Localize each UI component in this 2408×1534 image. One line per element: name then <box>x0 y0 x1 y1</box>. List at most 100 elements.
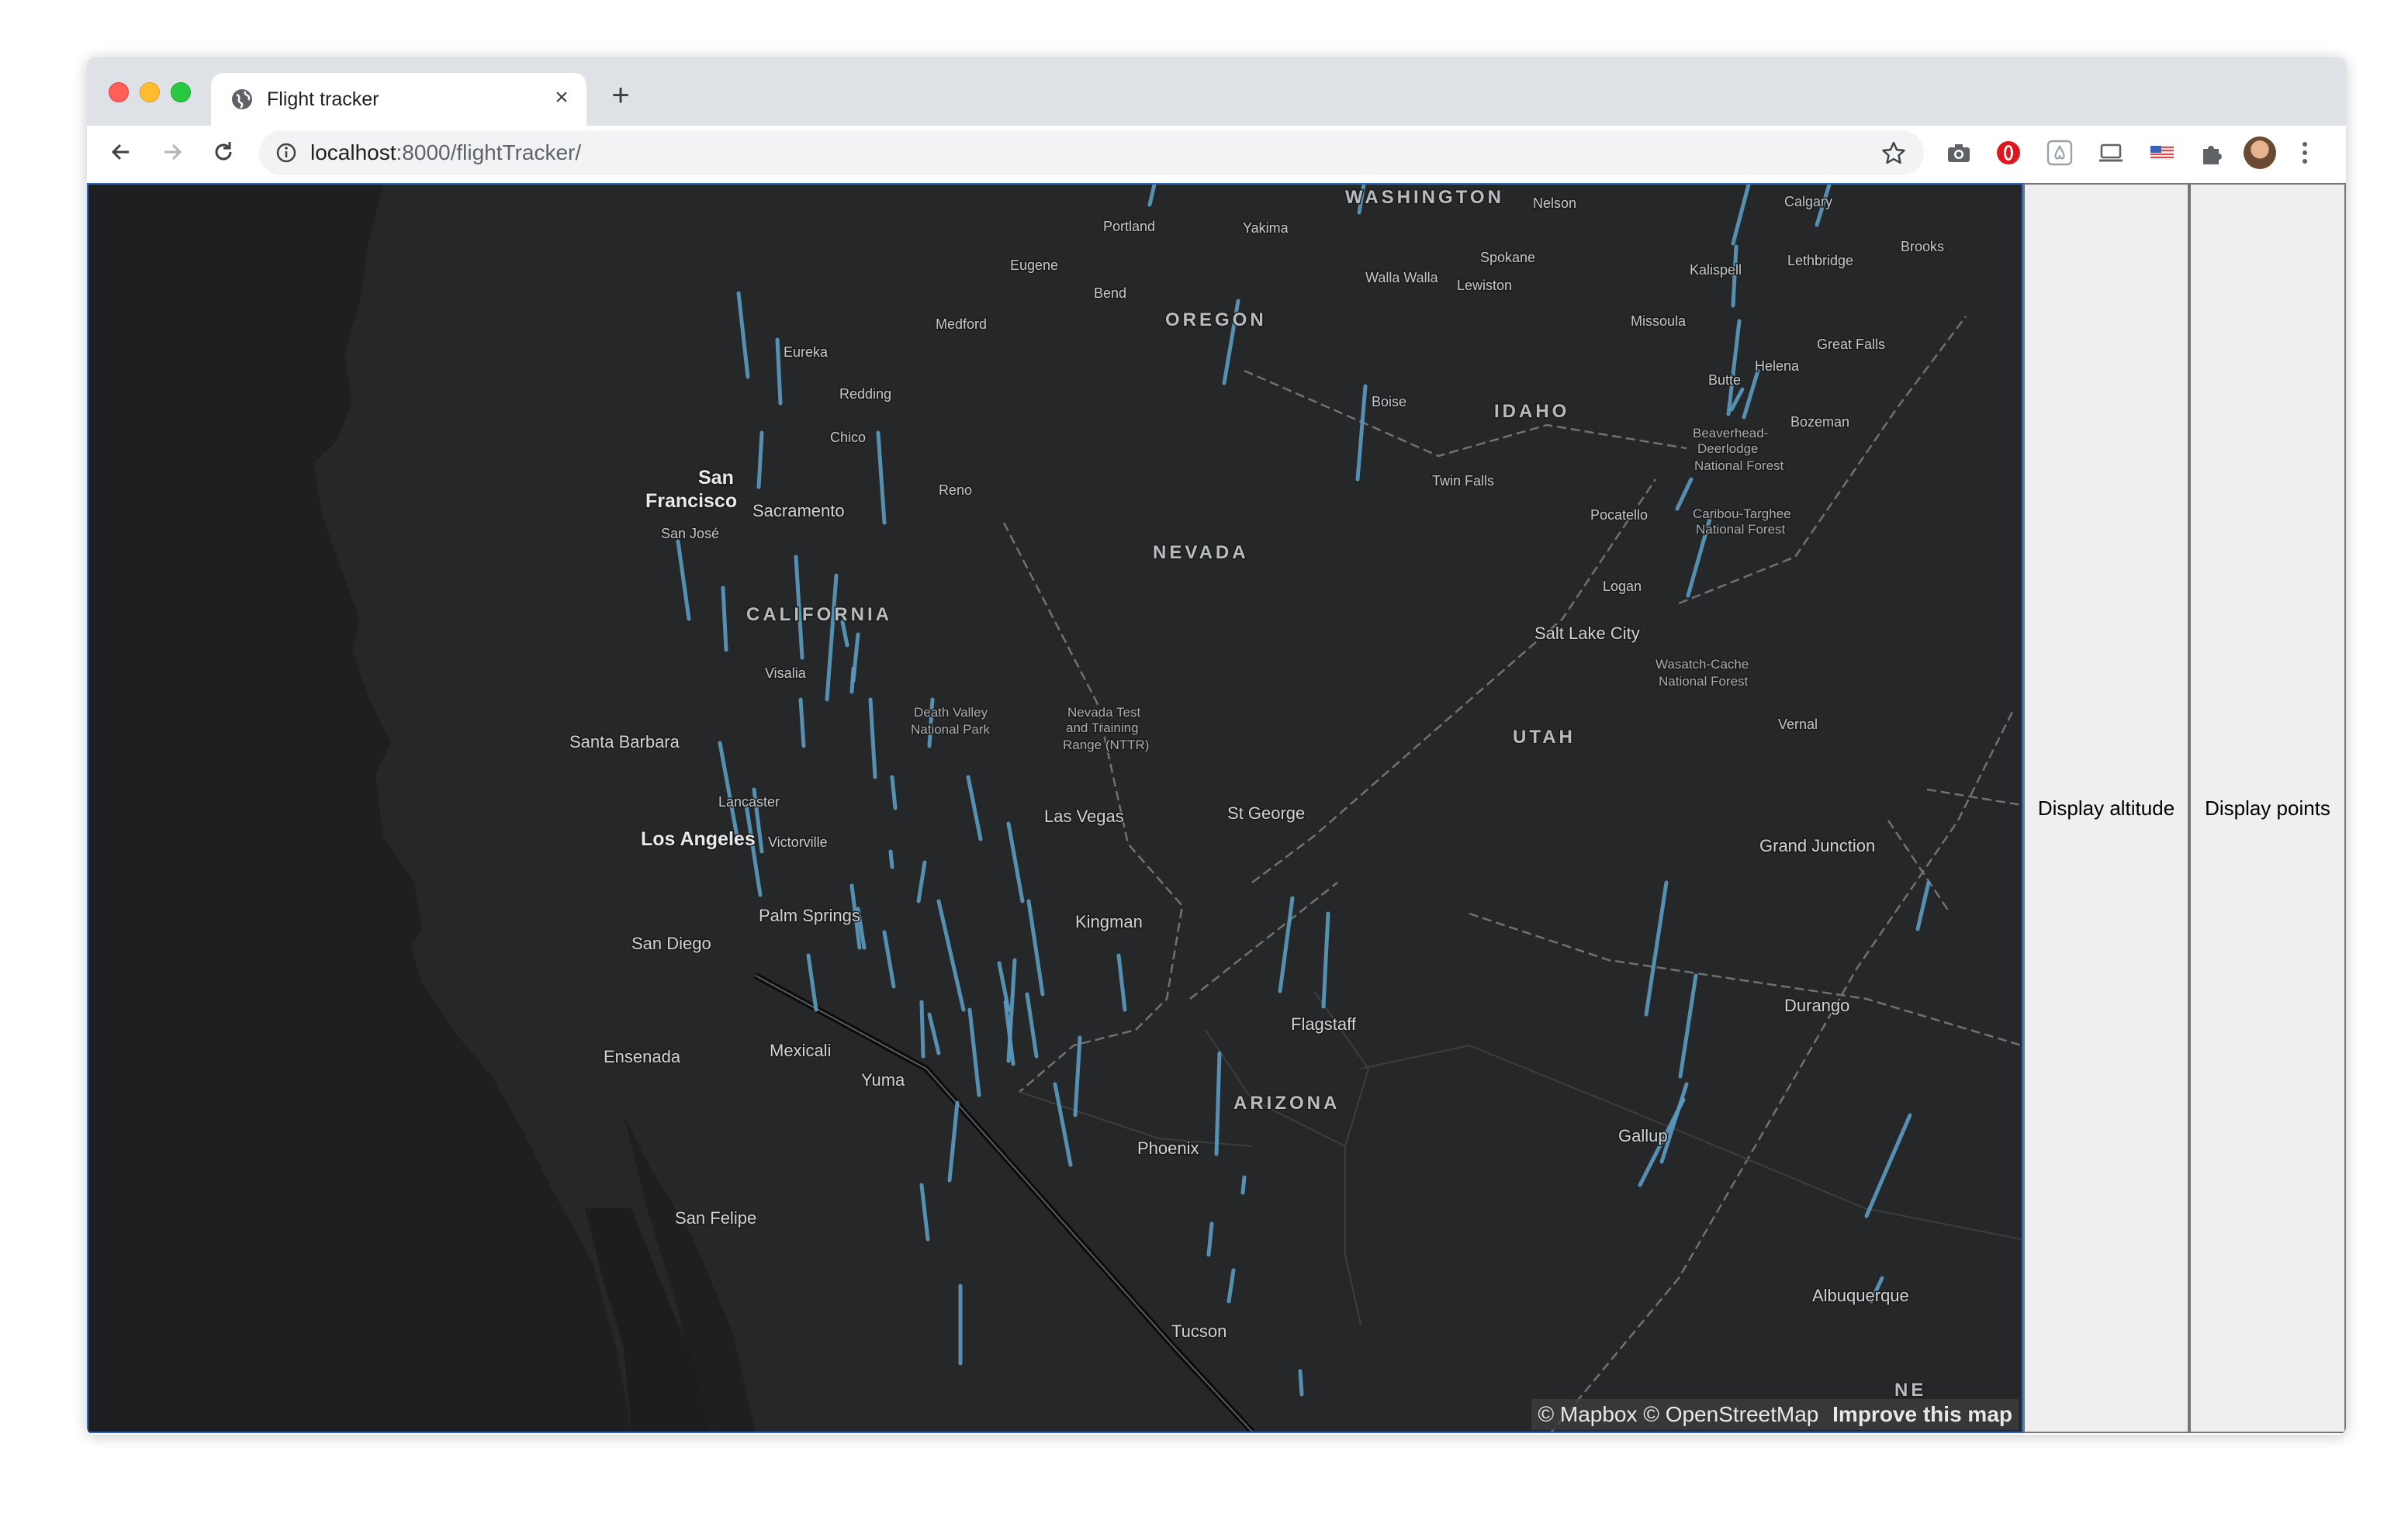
map-label-durango: Durango <box>1784 996 1849 1015</box>
map-label-and-training: and Training <box>1066 720 1139 735</box>
map-label-oregon: OREGON <box>1165 309 1267 330</box>
display-points-button[interactable]: Display points <box>2189 183 2346 1433</box>
map-label-twin-falls: Twin Falls <box>1432 473 1494 489</box>
puzzle-extensions-icon[interactable] <box>2197 138 2226 168</box>
map-label-grand-junction: Grand Junction <box>1759 836 1875 855</box>
map-label-deerlodge: Deerlodge <box>1697 441 1758 456</box>
map-label-tucson: Tucson <box>1171 1322 1226 1341</box>
map-label-eugene: Eugene <box>1010 257 1058 273</box>
osm-attribution-link[interactable]: © OpenStreetMap <box>1643 1402 1818 1426</box>
airbnb-extension-icon[interactable] <box>2045 138 2074 168</box>
map-label-gallup: Gallup <box>1618 1126 1668 1145</box>
forward-button[interactable] <box>155 135 189 169</box>
map-label-spokane: Spokane <box>1480 250 1535 265</box>
tab-flight-tracker[interactable]: Flight tracker × <box>211 73 586 126</box>
globe-icon <box>232 89 252 109</box>
map-label-vernal: Vernal <box>1778 717 1818 732</box>
cast-icon[interactable] <box>2096 138 2126 168</box>
reload-icon <box>215 142 232 161</box>
map-label-san-jos: San José <box>661 526 719 541</box>
map-label-nevada-test: Nevada Test <box>1067 705 1140 720</box>
map-label-albuquerque: Albuquerque <box>1812 1286 1909 1305</box>
map-label-los-angeles: Los Angeles <box>641 828 756 850</box>
map-label-salt-lake-city: Salt Lake City <box>1534 624 1640 643</box>
improve-map-link[interactable]: Improve this map <box>1832 1402 2012 1426</box>
url-text[interactable]: localhost:8000/flightTracker/ <box>310 140 581 165</box>
address-bar[interactable]: localhost:8000/flightTracker/ <box>259 130 1924 175</box>
browser-toolbar: localhost:8000/flightTracker/ <box>87 126 2346 183</box>
map-label-las-vegas: Las Vegas <box>1044 807 1124 826</box>
url-path: :8000/flightTracker/ <box>396 140 582 164</box>
map-label-mexicali: Mexicali <box>770 1041 831 1060</box>
map-label-national-forest: National Forest <box>1696 522 1786 537</box>
map-label-lancaster: Lancaster <box>718 794 780 810</box>
map-label-yuma: Yuma <box>861 1070 905 1090</box>
map-label-idaho: IDAHO <box>1494 401 1569 422</box>
map-label-chico: Chico <box>830 430 866 445</box>
flight-column <box>1298 1369 1304 1397</box>
reload-button[interactable] <box>206 135 240 169</box>
map-label-flagstaff: Flagstaff <box>1291 1014 1357 1034</box>
flight-column <box>849 666 856 694</box>
camera-icon[interactable] <box>1944 138 1974 168</box>
maximize-window-icon[interactable] <box>171 82 191 102</box>
map-label-francisco: Francisco <box>645 490 737 512</box>
map-label-medford: Medford <box>936 316 987 332</box>
profile-avatar[interactable] <box>2244 136 2276 169</box>
map-label-st-george: St George <box>1227 803 1305 823</box>
mapbox-attribution-link[interactable]: © Mapbox <box>1538 1402 1637 1426</box>
flag-extension-icon[interactable] <box>2147 138 2177 168</box>
map-label-san: San <box>698 467 734 489</box>
map-label-calgary: Calgary <box>1784 194 1832 209</box>
page-content: WASHINGTON Nelson Calgary Portland Yakima Bro… <box>87 183 2346 1435</box>
map-label-kingman: Kingman <box>1075 912 1143 931</box>
flight-column <box>888 849 894 869</box>
map-label-pocatello: Pocatello <box>1590 507 1648 523</box>
back-button[interactable] <box>104 135 138 169</box>
close-window-icon[interactable] <box>109 82 129 102</box>
map-label-ensenada: Ensenada <box>604 1047 681 1066</box>
map-label-range-nttr: Range (NTTR) <box>1063 738 1149 752</box>
close-tab-icon[interactable]: × <box>548 84 576 112</box>
map-label-san-diego: San Diego <box>631 934 711 953</box>
flight-column <box>919 1000 925 1059</box>
map-label-visalia: Visalia <box>765 665 807 681</box>
map-label-california: CALIFORNIA <box>746 604 892 625</box>
info-icon[interactable] <box>275 141 298 164</box>
map-label-eureka: Eureka <box>784 344 829 360</box>
more-menu-icon[interactable] <box>2290 138 2320 168</box>
tab-strip: Flight tracker × + <box>87 57 2346 126</box>
map-label-santa-barbara: Santa Barbara <box>569 732 680 751</box>
map-label-bozeman: Bozeman <box>1790 414 1849 430</box>
map-label-arizona: ARIZONA <box>1233 1093 1340 1114</box>
minimize-window-icon[interactable] <box>140 82 160 102</box>
map-label-nelson: Nelson <box>1533 195 1576 211</box>
opera-extension-icon[interactable] <box>1994 138 2023 168</box>
map-label-washington: WASHINGTON <box>1345 187 1504 208</box>
map-label-butte: Butte <box>1708 372 1741 388</box>
map-svg: WASHINGTON Nelson Calgary Portland Yakima Bro… <box>313 185 2022 1432</box>
map-label-walla-walla: Walla Walla <box>1365 270 1439 285</box>
map-canvas[interactable]: WASHINGTON Nelson Calgary Portland Yakima Bro… <box>87 183 2023 1433</box>
map-label-great-falls: Great Falls <box>1817 337 1885 352</box>
map-label-redding: Redding <box>839 386 891 402</box>
map-label-missoula: Missoula <box>1631 313 1687 329</box>
map-label-victorville: Victorville <box>768 834 828 850</box>
bookmark-star-icon[interactable] <box>1880 140 1907 166</box>
display-altitude-button[interactable]: Display altitude <box>2023 183 2189 1433</box>
map-label-national-forest: National Forest <box>1694 458 1784 473</box>
map-label-san-felipe: San Felipe <box>675 1208 756 1228</box>
map-label-reno: Reno <box>939 482 972 498</box>
map-label-lethbridge: Lethbridge <box>1787 253 1853 268</box>
map-label-wasatch-cache: Wasatch-Cache <box>1656 657 1749 672</box>
map-label-portland: Portland <box>1103 219 1155 234</box>
map-label-brooks: Brooks <box>1901 239 1944 254</box>
map-label-kalispell: Kalispell <box>1690 262 1742 278</box>
map-label-nevada: NEVADA <box>1153 542 1249 563</box>
map-label-beaverhead: Beaverhead- <box>1693 426 1768 441</box>
new-tab-button[interactable]: + <box>605 80 636 112</box>
map-label-logan: Logan <box>1603 579 1642 594</box>
map-label-caribou-targhee: Caribou-Targhee <box>1693 506 1791 521</box>
arrow-right-icon <box>164 143 182 161</box>
map-label-national-forest: National Forest <box>1659 674 1749 689</box>
